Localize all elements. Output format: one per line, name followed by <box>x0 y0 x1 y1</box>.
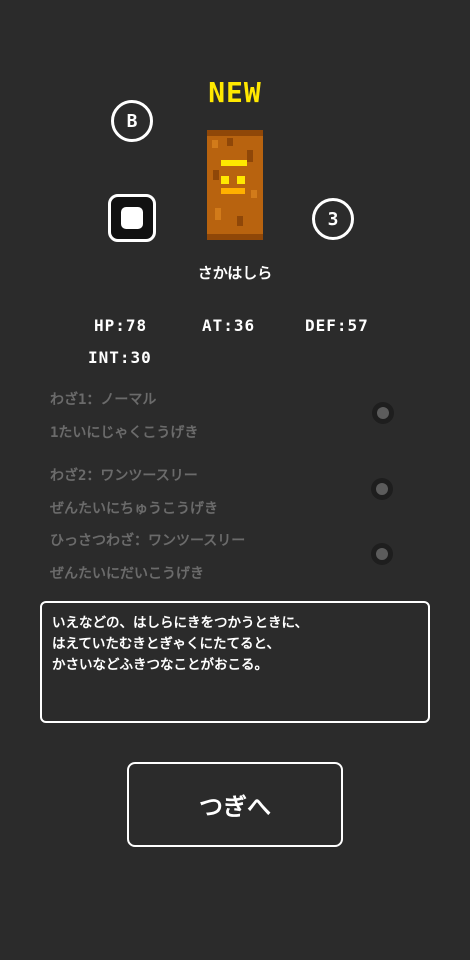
stat-def: DEF:57 <box>305 316 369 335</box>
skill-3-radio[interactable] <box>371 543 393 565</box>
description-box: いえなどの、はしらにきをつかうときに、 はえていたむきとぎゃくにたてると、 かさ… <box>40 601 430 723</box>
skill-2-desc: ぜんたいにちゅうこうげき <box>50 501 218 517</box>
stat-hp: HP:78 <box>94 316 148 335</box>
count-badge: 3 <box>312 198 354 240</box>
rank-label: B <box>126 110 138 132</box>
select-dot-icon <box>121 207 143 229</box>
next-button[interactable]: つぎへ <box>127 762 343 847</box>
radio-dot-icon <box>376 483 388 495</box>
description-line: はえていたむきとぎゃくにたてると、 <box>52 636 281 652</box>
radio-dot-icon <box>377 407 389 419</box>
description-line: かさいなどふきつなことがおこる。 <box>52 657 268 673</box>
select-button[interactable] <box>108 194 156 242</box>
creature-sprite <box>207 130 263 240</box>
next-button-label: つぎへ <box>199 793 271 821</box>
description-line: いえなどの、はしらにきをつかうときに、 <box>52 615 309 631</box>
stat-int: INT:30 <box>88 348 152 367</box>
skill-1-title: わざ1：ノーマル <box>50 392 157 408</box>
skill-1-desc: 1たいにじゃくこうげき <box>50 425 199 441</box>
count-label: 3 <box>327 208 339 230</box>
skill-1-radio[interactable] <box>372 402 394 424</box>
rank-badge: B <box>111 100 153 142</box>
skill-2-radio[interactable] <box>371 478 393 500</box>
new-badge: NEW <box>208 76 262 109</box>
stat-at: AT:36 <box>202 316 256 335</box>
skill-2-title: わざ2：ワンツースリー <box>50 468 198 484</box>
skill-3-desc: ぜんたいにだいこうげき <box>50 566 204 582</box>
radio-dot-icon <box>376 548 388 560</box>
creature-name: さかはしら <box>197 264 273 282</box>
skill-3-title: ひっさつわざ：ワンツースリー <box>50 533 246 549</box>
